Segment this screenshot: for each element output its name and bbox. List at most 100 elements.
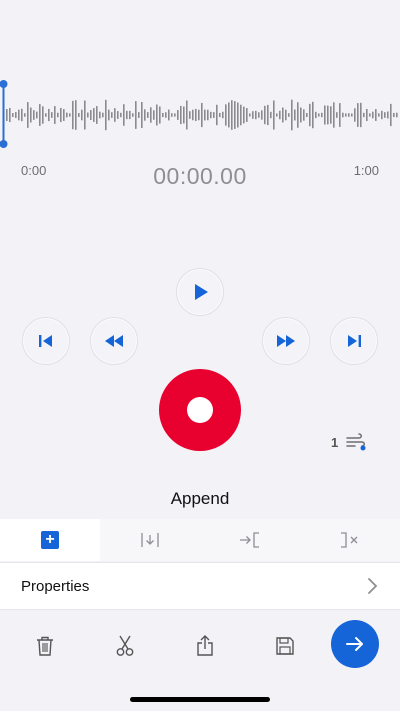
waveform-bar bbox=[378, 113, 380, 117]
waveform-bar bbox=[36, 111, 38, 119]
waveform-bar bbox=[288, 113, 290, 117]
rewind-icon bbox=[105, 335, 123, 347]
timeline-end-label: 1:00 bbox=[353, 163, 379, 178]
waveform-bar bbox=[300, 107, 302, 123]
play-button[interactable] bbox=[176, 268, 224, 316]
waveform-bar bbox=[153, 110, 155, 120]
waveform-bar bbox=[372, 111, 374, 119]
waveform-bar bbox=[135, 101, 137, 129]
waveform-bar bbox=[189, 111, 191, 119]
waveform-bar bbox=[186, 100, 188, 130]
bottom-toolbar bbox=[0, 611, 400, 681]
tab-append[interactable]: + bbox=[0, 519, 100, 561]
waveform[interactable] bbox=[0, 80, 400, 150]
append-icon: + bbox=[41, 531, 59, 549]
speed-wind-icon bbox=[346, 433, 366, 451]
waveform-bar bbox=[150, 107, 152, 123]
waveform-bar bbox=[123, 104, 125, 126]
overwrite-icon bbox=[240, 532, 259, 548]
waveform-bar bbox=[333, 102, 335, 128]
waveform-bar bbox=[93, 108, 95, 122]
waveform-bar bbox=[117, 111, 119, 119]
fast-forward-button[interactable] bbox=[262, 317, 310, 365]
waveform-bar bbox=[276, 113, 278, 117]
waveform-bar bbox=[15, 112, 17, 118]
waveform-bar bbox=[126, 110, 128, 120]
playback-speed-button[interactable]: 1 bbox=[331, 433, 368, 451]
share-icon bbox=[197, 635, 213, 656]
waveform-bar bbox=[21, 108, 23, 122]
waveform-bar bbox=[210, 111, 212, 119]
skip-to-end-icon bbox=[348, 335, 361, 347]
tab-overwrite[interactable] bbox=[200, 519, 300, 561]
waveform-bar bbox=[312, 101, 314, 129]
waveform-bar bbox=[171, 113, 173, 117]
waveform-bar bbox=[384, 112, 386, 118]
waveform-bar bbox=[324, 105, 326, 125]
playhead-handle[interactable] bbox=[0, 140, 8, 148]
trim-icon bbox=[341, 532, 358, 548]
waveform-bar bbox=[141, 102, 143, 128]
chevron-right-icon bbox=[368, 578, 378, 594]
waveform-bar bbox=[45, 113, 47, 117]
waveform-bar bbox=[60, 107, 62, 123]
tab-insert[interactable] bbox=[100, 519, 200, 561]
waveform-bar bbox=[234, 101, 236, 129]
cut-button[interactable] bbox=[110, 631, 140, 661]
waveform-bar bbox=[51, 112, 53, 118]
waveform-bar bbox=[366, 108, 368, 122]
waveform-bar bbox=[228, 102, 230, 128]
skip-to-end-button[interactable] bbox=[330, 317, 378, 365]
waveform-bar bbox=[102, 112, 104, 118]
record-button[interactable] bbox=[159, 369, 241, 451]
waveform-bar bbox=[222, 111, 224, 119]
waveform-bar bbox=[12, 113, 14, 117]
waveform-bar bbox=[6, 109, 8, 121]
waveform-bar bbox=[390, 103, 392, 127]
recorder-screen: 0:00 00:00.00 1:00 1 Append + Properties bbox=[0, 0, 400, 711]
waveform-bar bbox=[252, 111, 254, 119]
waveform-bar bbox=[84, 100, 86, 130]
waveform-bar bbox=[156, 104, 158, 126]
skip-to-start-icon bbox=[39, 335, 52, 347]
waveform-bar bbox=[306, 112, 308, 118]
waveform-bar bbox=[291, 99, 293, 131]
save-button[interactable] bbox=[270, 631, 300, 661]
playhead[interactable] bbox=[2, 84, 5, 146]
waveform-bar bbox=[144, 109, 146, 121]
waveform-bar bbox=[354, 108, 356, 122]
waveform-bar bbox=[9, 107, 11, 123]
waveform-bar bbox=[279, 110, 281, 120]
skip-to-start-button[interactable] bbox=[22, 317, 70, 365]
waveform-bar bbox=[27, 102, 29, 128]
waveform-bar bbox=[24, 113, 26, 117]
waveform-bar bbox=[216, 104, 218, 126]
waveform-bar bbox=[342, 112, 344, 118]
waveform-bar bbox=[219, 112, 221, 118]
waveform-bar bbox=[231, 100, 233, 130]
waveform-bar bbox=[105, 99, 107, 131]
waveform-bar bbox=[303, 109, 305, 121]
waveform-bar bbox=[369, 113, 371, 117]
waveform-bar bbox=[138, 112, 140, 118]
waveform-bar bbox=[270, 111, 272, 119]
scissors-icon bbox=[116, 635, 134, 656]
delete-button[interactable] bbox=[30, 631, 60, 661]
waveform-bar bbox=[81, 109, 83, 121]
next-button[interactable] bbox=[331, 620, 379, 668]
mode-tabs: + bbox=[0, 519, 400, 561]
tab-trim[interactable] bbox=[300, 519, 400, 561]
waveform-bar bbox=[375, 109, 377, 121]
waveform-bar bbox=[183, 106, 185, 124]
rewind-button[interactable] bbox=[90, 317, 138, 365]
waveform-bar bbox=[120, 112, 122, 118]
waveform-bar bbox=[39, 104, 41, 126]
playhead-handle[interactable] bbox=[0, 80, 8, 88]
waveform-bar bbox=[75, 100, 77, 130]
waveform-bar bbox=[249, 113, 251, 117]
waveform-bar bbox=[327, 105, 329, 125]
waveform-bar bbox=[69, 113, 71, 117]
properties-row[interactable]: Properties bbox=[0, 562, 400, 610]
share-button[interactable] bbox=[190, 631, 220, 661]
waveform-bar bbox=[213, 112, 215, 118]
